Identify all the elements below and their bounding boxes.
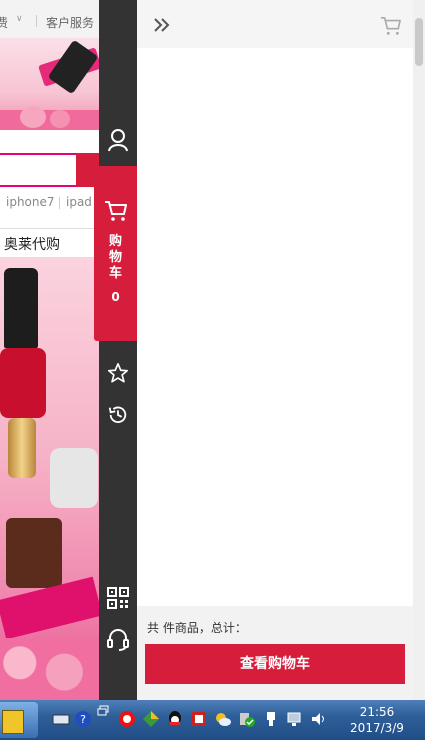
app-red-icon[interactable] [118,710,136,728]
view-cart-button[interactable]: 查看购物车 [145,644,405,684]
promo-banner-top[interactable] [0,38,99,130]
product-device [50,448,98,508]
customer-service-link[interactable]: 客户服务 [46,14,94,31]
site-topbar: 费 ∨ 客户服务 [0,0,99,39]
promo-banner-main[interactable] [0,258,99,700]
system-clock[interactable]: 21:56 2017/3/9 [342,704,412,736]
network-icon[interactable] [286,710,304,728]
app-flag-icon[interactable] [190,710,208,728]
double-chevron-right-icon[interactable] [153,17,171,35]
security-shield-icon[interactable] [238,710,256,728]
help-icon[interactable]: ? [74,710,92,728]
keyboard-icon[interactable] [52,710,70,728]
qq-icon[interactable] [166,710,184,728]
divider [36,15,37,27]
divider [59,197,60,209]
history-icon[interactable] [99,404,137,426]
hot-word-link[interactable]: ipad [66,195,92,209]
scrollbar-thumb[interactable] [415,18,423,66]
cart-label-char: 物 [108,250,122,265]
chevron-down-icon: ∨ [16,14,23,24]
product-serum [8,418,36,478]
product-bottle [0,348,46,418]
headset-icon[interactable] [99,627,137,651]
product-jar [6,518,62,588]
cart-panel-header [137,0,413,48]
sidebar-toolbar [99,0,137,700]
app-color-icon[interactable] [142,710,160,728]
user-icon[interactable] [99,128,137,152]
topbar-fee-link[interactable]: 费 [0,14,8,31]
svg-text:?: ? [80,713,86,726]
star-icon[interactable] [99,362,137,384]
windows-taskbar: ? 21:56 2017/3/9 [0,700,425,740]
cart-panel: 共 件商品，总计： 查看购物车 [137,0,413,700]
cart-footer: 共 件商品，总计： 查看购物车 [137,606,413,700]
start-button[interactable] [0,702,38,738]
banner-roses [0,638,99,700]
category-nav: 奥莱代购 [0,228,98,258]
nav-item-outlet[interactable]: 奥莱代购 [4,234,60,254]
app-icon [2,710,24,734]
cart-label-char: 购 [108,234,122,249]
banner-rose [20,106,46,128]
webpage-background: 费 ∨ 客户服务 iphone7 ipad 奥莱代购 [0,0,99,700]
cart-icon [94,200,137,222]
hot-word-link[interactable]: iphone7 [6,195,55,209]
banner-rose [50,110,70,128]
clock-date: 2017/3/9 [350,721,404,735]
weather-icon[interactable] [214,710,232,728]
sidebar-cart-tab[interactable]: 购 物 车 0 [94,166,142,341]
clock-time: 21:56 [359,705,395,719]
cart-count-badge: 0 [111,290,120,304]
volume-icon[interactable] [310,710,328,728]
cart-label-char: 车 [108,266,122,281]
search-input[interactable] [0,153,78,187]
product-bottle [4,268,38,348]
cart-icon [380,16,402,39]
restore-icon[interactable] [96,704,114,722]
cart-summary: 共 件商品，总计： [147,621,247,635]
usb-icon[interactable] [262,710,280,728]
scrollbar[interactable] [413,0,425,700]
qrcode-icon[interactable] [99,587,137,609]
